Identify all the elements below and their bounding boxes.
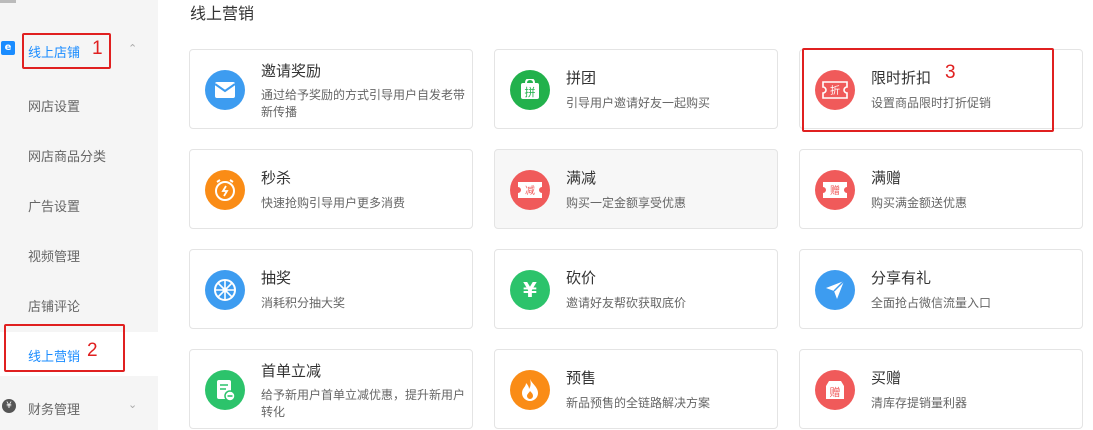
group-buy-icon: 拼 bbox=[510, 70, 550, 110]
sidebar-group-label: 财务管理 bbox=[28, 403, 81, 418]
card-desc: 新品预售的全链路解决方案 bbox=[566, 396, 711, 410]
sidebar-group-label: 线上店铺 bbox=[28, 46, 81, 61]
buy-gift-icon: 赠 bbox=[815, 370, 855, 410]
svg-text:折: 折 bbox=[830, 84, 840, 97]
card-title: 首单立减 bbox=[261, 362, 322, 380]
sidebar-top-remnant bbox=[0, 0, 16, 3]
sidebar-group-finance[interactable]: ¥ 财务管理 ⌄ bbox=[0, 388, 158, 424]
send-icon bbox=[815, 270, 855, 310]
card-spend-gift[interactable]: 赠 满赠 购买满金额送优惠 bbox=[799, 149, 1083, 229]
card-title: 买赠 bbox=[871, 369, 902, 387]
yuan-coin-icon: ¥ bbox=[2, 399, 16, 413]
sidebar: e 线上店铺 ⌃ 网店设置 网店商品分类 广告设置 视频管理 店铺评论 线上营销… bbox=[0, 0, 158, 430]
card-desc: 购买满金额送优惠 bbox=[871, 196, 968, 210]
card-title: 分享有礼 bbox=[871, 269, 932, 287]
sidebar-item-label: 线上营销 bbox=[28, 350, 81, 365]
card-desc: 消耗积分抽大奖 bbox=[261, 296, 346, 310]
sidebar-item-video-management[interactable]: 视频管理 bbox=[0, 232, 158, 276]
card-desc: 邀请好友帮砍获取底价 bbox=[566, 296, 687, 310]
sidebar-item-label: 店铺评论 bbox=[28, 300, 81, 315]
annotation-number-3: 3 bbox=[945, 62, 956, 83]
card-flash-sale[interactable]: 秒杀 快速抢购引导用户更多消费 bbox=[189, 149, 473, 229]
sidebar-item-product-category[interactable]: 网店商品分类 bbox=[0, 132, 158, 176]
svg-text:¥: ¥ bbox=[523, 278, 537, 302]
svg-text:赠: 赠 bbox=[830, 385, 841, 399]
card-desc: 通过给予奖励的方式引导用户自发老带新传播 bbox=[261, 88, 466, 119]
sidebar-item-online-marketing[interactable]: 线上营销 bbox=[0, 332, 158, 376]
gift-ticket-icon: 赠 bbox=[815, 170, 855, 210]
envelope-icon bbox=[205, 70, 245, 110]
sidebar-group-online-store[interactable]: e 线上店铺 ⌃ bbox=[0, 30, 158, 70]
card-spend-reduce[interactable]: 减 满减 购买一定金额享受优惠 bbox=[494, 149, 778, 229]
chevron-up-icon[interactable]: ⌃ bbox=[128, 42, 137, 55]
card-desc: 引导用户邀请好友一起购买 bbox=[566, 96, 711, 110]
card-title: 满赠 bbox=[871, 169, 902, 187]
svg-text:拼: 拼 bbox=[525, 85, 536, 99]
card-desc: 清库存提销量利器 bbox=[871, 396, 968, 410]
flame-icon bbox=[510, 370, 550, 410]
card-desc: 购买一定金额享受优惠 bbox=[566, 196, 687, 210]
store-e-icon: e bbox=[1, 41, 15, 55]
page-title: 线上营销 bbox=[190, 4, 255, 23]
yuan-icon: ¥ bbox=[510, 270, 550, 310]
card-desc: 给予新用户首单立减优惠，提升新用户转化 bbox=[261, 388, 466, 419]
annotation-number-1: 1 bbox=[92, 38, 103, 59]
card-title: 抽奖 bbox=[261, 269, 292, 287]
card-title: 限时折扣 bbox=[871, 69, 932, 87]
card-presale[interactable]: 预售 新品预售的全链路解决方案 bbox=[494, 349, 778, 429]
card-invite-reward[interactable]: 邀请奖励 通过给予奖励的方式引导用户自发老带新传播 bbox=[189, 49, 473, 129]
wheel-icon bbox=[205, 270, 245, 310]
sidebar-item-label: 网店商品分类 bbox=[28, 150, 107, 165]
card-title: 拼团 bbox=[566, 69, 597, 87]
discount-ticket-icon: 折 bbox=[815, 70, 855, 110]
svg-text:赠: 赠 bbox=[830, 184, 840, 197]
chevron-down-icon[interactable]: ⌄ bbox=[128, 398, 137, 411]
card-title: 砍价 bbox=[566, 269, 597, 287]
card-first-order-discount[interactable]: 首单立减 给予新用户首单立减优惠，提升新用户转化 bbox=[189, 349, 473, 429]
sidebar-item-label: 广告设置 bbox=[28, 200, 81, 215]
annotation-number-2: 2 bbox=[87, 340, 98, 361]
card-buy-gift[interactable]: 赠 买赠 清库存提销量利器 bbox=[799, 349, 1083, 429]
reduce-ticket-icon: 减 bbox=[510, 170, 550, 210]
card-group-buy[interactable]: 拼 拼团 引导用户邀请好友一起购买 bbox=[494, 49, 778, 129]
alarm-icon bbox=[205, 170, 245, 210]
sidebar-item-label: 网店设置 bbox=[28, 100, 81, 115]
sidebar-item-store-reviews[interactable]: 店铺评论 bbox=[0, 282, 158, 326]
svg-text:减: 减 bbox=[525, 185, 535, 197]
card-lottery[interactable]: 抽奖 消耗积分抽大奖 bbox=[189, 249, 473, 329]
card-title: 秒杀 bbox=[261, 169, 292, 187]
card-limited-discount[interactable]: 折 限时折扣 设置商品限时打折促销 bbox=[799, 49, 1083, 129]
card-title: 预售 bbox=[566, 369, 597, 387]
sidebar-item-ad-settings[interactable]: 广告设置 bbox=[0, 182, 158, 226]
card-desc: 快速抢购引导用户更多消费 bbox=[261, 196, 406, 210]
card-desc: 全面抢占微信流量入口 bbox=[871, 296, 992, 310]
sidebar-item-store-settings[interactable]: 网店设置 bbox=[0, 82, 158, 126]
card-bargain[interactable]: ¥ 砍价 邀请好友帮砍获取底价 bbox=[494, 249, 778, 329]
card-share-gift[interactable]: 分享有礼 全面抢占微信流量入口 bbox=[799, 249, 1083, 329]
order-icon bbox=[205, 370, 245, 410]
card-title: 邀请奖励 bbox=[261, 62, 322, 80]
card-desc: 设置商品限时打折促销 bbox=[871, 96, 992, 110]
sidebar-item-label: 视频管理 bbox=[28, 250, 81, 265]
card-title: 满减 bbox=[566, 169, 597, 187]
